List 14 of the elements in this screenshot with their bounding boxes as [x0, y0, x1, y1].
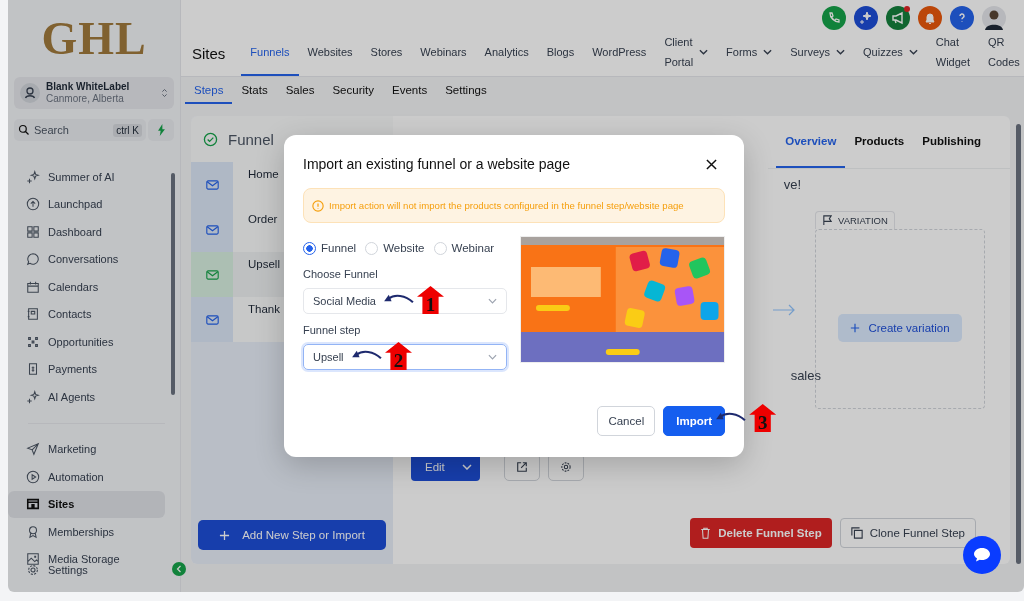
- account-location: Canmore, Alberta: [46, 93, 125, 105]
- funnel-title: Funnel: [228, 130, 274, 148]
- description-text: sales: [790, 368, 821, 383]
- warning-text: Import action will not import the products configured in the funnel step/website page: [329, 200, 684, 211]
- account-name: Blank WhiteLabel: [46, 81, 131, 93]
- shortcut-hint: ctrl K: [113, 123, 142, 137]
- dialog-title: Import an existing funnel or a website page: [303, 156, 570, 172]
- step-number-marker: 1: [417, 286, 444, 314]
- field-label: Choose Funnel: [303, 268, 379, 282]
- logo: GHL: [40, 14, 148, 64]
- variation-tag: VARIATION: [815, 211, 895, 229]
- description-text: ve!: [783, 177, 801, 192]
- field-label: Funnel step: [303, 324, 362, 338]
- section-title: Sites: [192, 44, 226, 62]
